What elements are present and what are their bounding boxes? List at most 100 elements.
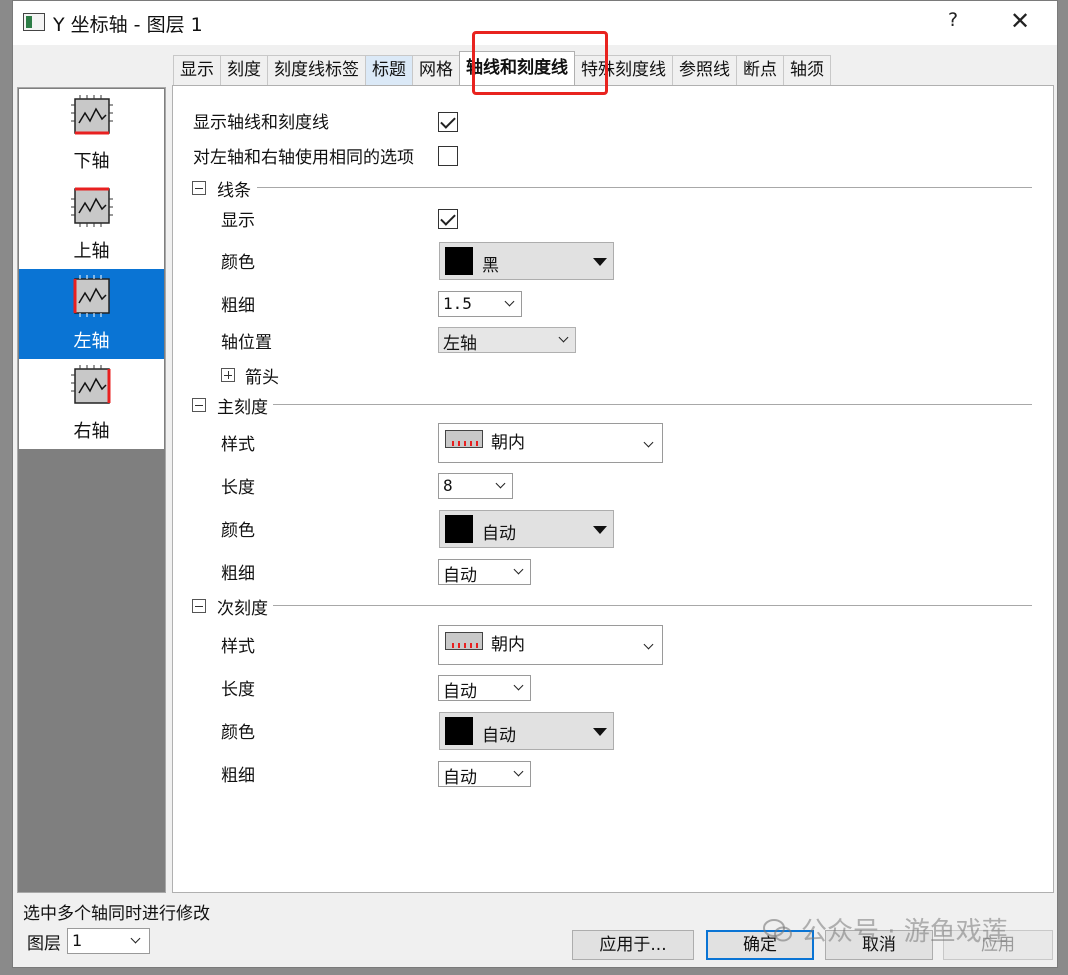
chevron-down-icon [643,639,654,650]
layer-label: 图层 [27,934,61,954]
major-length-select[interactable]: 8 [438,473,513,499]
dropdown-arrow-icon [593,728,607,736]
help-button[interactable]: ? [933,9,973,37]
major-thickness-label: 粗细 [221,564,255,584]
tab-reference-lines[interactable]: 参照线 [672,55,737,85]
dropdown-arrow-icon [593,526,607,534]
axis-list: 下轴 上轴 左轴 右轴 [17,87,166,893]
line-show-label: 显示 [221,211,255,231]
line-thickness-select[interactable]: 1.5 [438,291,522,317]
major-style-value: 朝内 [491,433,525,453]
apply-to-button[interactable]: 应用于... [572,930,694,960]
chevron-down-icon [643,437,654,448]
wechat-icon [763,919,792,942]
major-length-label: 长度 [221,478,255,498]
minor-thickness-select[interactable]: 自动 [438,761,531,788]
major-color-picker[interactable]: 自动 [439,510,614,548]
watermark: 公众号 · 游鱼戏莲 [763,911,1008,948]
major-section-title: 主刻度 [217,398,268,418]
line-color-swatch [445,247,473,275]
line-section-collapse-icon[interactable] [192,181,206,195]
axis-label-right: 右轴 [73,421,110,442]
axis-right-icon [71,365,111,404]
minor-style-value: 朝内 [491,635,525,655]
axis-position-select[interactable]: 左轴 [438,327,576,354]
axis-item-top[interactable]: 上轴 [19,179,164,269]
minor-color-label: 颜色 [221,723,255,743]
minor-style-select[interactable]: 朝内 [438,625,663,665]
tab-grid[interactable]: 网格 [412,55,460,85]
major-color-value: 自动 [482,524,516,544]
close-button[interactable]: ✕ [998,7,1042,39]
chevron-down-icon [504,296,515,307]
line-color-label: 颜色 [221,253,255,273]
line-show-checkbox[interactable] [438,209,458,229]
minor-length-label: 长度 [221,680,255,700]
major-section-divider [273,404,1032,405]
axis-dialog: Y 坐标轴 - 图层 1 ? ✕ 显示 刻度 刻度线标签 标题 网格 轴线和刻度… [12,0,1058,968]
major-section-collapse-icon[interactable] [192,398,206,412]
axis-item-left[interactable]: 左轴 [19,269,164,359]
active-tab-highlight [472,31,608,95]
minor-thickness-label: 粗细 [221,766,255,786]
tab-tick-labels[interactable]: 刻度线标签 [267,55,366,85]
layer-select[interactable]: 1 [67,928,150,954]
tab-content-panel: 显示轴线和刻度线 对左轴和右轴使用相同的选项 线条 显示 颜色 黑 粗细 1.5… [172,85,1054,893]
layer-value: 1 [72,931,83,950]
minor-color-picker[interactable]: 自动 [439,712,614,750]
chevron-down-icon [495,478,506,489]
minor-style-label: 样式 [221,637,255,657]
same-options-label: 对左轴和右轴使用相同的选项 [193,148,414,168]
axis-top-icon [71,187,113,227]
tab-rug[interactable]: 轴须 [783,55,831,85]
minor-color-swatch [445,717,473,745]
axis-item-right[interactable]: 右轴 [19,359,164,449]
multi-select-hint: 选中多个轴同时进行修改 [23,904,210,924]
dropdown-arrow-icon [593,258,607,266]
axis-label-top: 上轴 [73,241,110,262]
tick-inward-icon [445,430,483,448]
app-icon [23,13,45,31]
chevron-down-icon [513,766,524,777]
axis-left-icon [73,275,110,317]
minor-section-collapse-icon[interactable] [192,599,206,613]
axis-label-bottom: 下轴 [73,151,110,172]
minor-section-title: 次刻度 [217,599,268,619]
line-color-value: 黑 [482,256,499,276]
major-length-value: 8 [443,476,453,495]
major-thickness-select[interactable]: 自动 [438,559,531,586]
line-color-picker[interactable]: 黑 [439,242,614,280]
arrow-section-label: 箭头 [245,368,279,388]
major-thickness-value: 自动 [443,566,477,586]
minor-length-select[interactable]: 自动 [438,675,531,702]
show-axes-ticks-label: 显示轴线和刻度线 [193,113,329,133]
tab-title[interactable]: 标题 [365,55,413,85]
chevron-down-icon [130,933,141,944]
tab-breaks[interactable]: 断点 [736,55,784,85]
major-style-select[interactable]: 朝内 [438,423,663,463]
tab-display[interactable]: 显示 [173,55,221,85]
watermark-text: 公众号 · 游鱼戏莲 [801,917,1008,947]
major-color-swatch [445,515,473,543]
minor-section-divider [273,605,1032,606]
arrow-expand-icon[interactable] [221,368,235,382]
axis-item-bottom[interactable]: 下轴 [19,89,164,179]
axis-label-left: 左轴 [73,331,110,352]
same-options-checkbox[interactable] [438,146,458,166]
minor-length-value: 自动 [443,682,477,702]
window-title: Y 坐标轴 - 图层 1 [53,14,203,36]
line-section-title: 线条 [217,181,251,201]
line-thickness-label: 粗细 [221,296,255,316]
axis-position-value: 左轴 [443,334,477,354]
tab-scale[interactable]: 刻度 [220,55,268,85]
minor-thickness-value: 自动 [443,768,477,788]
chevron-down-icon [513,680,524,691]
axis-position-label: 轴位置 [221,333,272,353]
major-style-label: 样式 [221,435,255,455]
minor-color-value: 自动 [482,726,516,746]
show-axes-ticks-checkbox[interactable] [438,112,458,132]
chevron-down-icon [513,564,524,575]
tick-inward-icon [445,632,483,650]
chevron-down-icon [558,332,569,343]
line-section-divider [257,187,1032,188]
